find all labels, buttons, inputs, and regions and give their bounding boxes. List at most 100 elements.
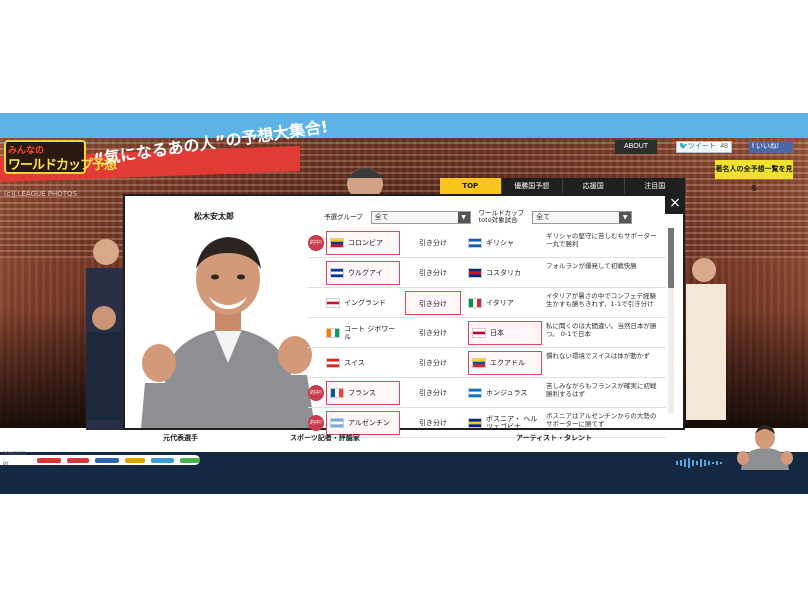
person-photo [141, 237, 315, 428]
sponsor-logo[interactable] [179, 457, 201, 463]
prediction-comment: 私に聞くのは大間違い。当然日本が勝つ。 0-1で日本 [546, 322, 657, 338]
away-team[interactable]: ホンジュラス [468, 381, 542, 405]
tab-winner[interactable]: 優勝国予想 [501, 178, 563, 194]
category-former-players[interactable]: 元代表選手 [163, 433, 198, 443]
like-button[interactable]: f いいね! [749, 141, 793, 153]
home-team-name: コート ジボワール [344, 325, 396, 341]
draw-option[interactable]: 引き分け [405, 291, 461, 315]
prediction-comment: イタリアが暑さの中でコンフェデ経験生かすも勝ちきれず、1-1で引き分け [546, 292, 657, 308]
prediction-comment: 慣れない環境でスイスは体が動かず [546, 352, 650, 360]
away-team-name: ボスニア・ ヘルツェゴビナ [486, 415, 538, 431]
flag-icon [330, 388, 344, 398]
category-artists[interactable]: アーティスト・タレント [516, 433, 592, 443]
away-team[interactable]: エクアドル [468, 351, 542, 375]
flag-icon [468, 418, 482, 428]
mascot-person [737, 424, 793, 470]
draw-option[interactable]: 引き分け [405, 321, 461, 345]
flag-icon [330, 238, 344, 248]
match-row: スイス 引き分け エクアドル 慣れない環境でスイスは体が動かず [308, 348, 666, 378]
away-team-name: ギリシャ [486, 239, 514, 247]
match-row: コート ジボワール 引き分け 日本 私に聞くのは大間違い。当然日本が勝つ。 0-1で日… [308, 318, 666, 348]
tweet-count: 48 [718, 142, 730, 152]
flag-icon [468, 238, 482, 248]
home-team-name: ウルグアイ [348, 269, 383, 277]
draw-option[interactable]: 引き分け [405, 231, 461, 255]
away-team[interactable]: 日本 [468, 321, 542, 345]
flag-icon [468, 298, 482, 308]
close-icon: × [669, 195, 681, 211]
prediction-comment: 苦しみながらもフランスが確実に初戦勝利するはず [546, 382, 657, 398]
hit-badge: 的中! [308, 415, 324, 431]
flag-icon [472, 358, 486, 368]
home-team-name: スイス [344, 359, 365, 367]
home-team[interactable]: コロンビア [326, 231, 400, 255]
close-button[interactable]: × [665, 194, 685, 214]
all-picks-button[interactable]: 著名人の全予想一覧を見る [715, 160, 793, 192]
draw-option[interactable]: 引き分け [405, 381, 461, 405]
tab-support[interactable]: 応援国 [563, 178, 625, 194]
draw-option[interactable]: 引き分け [405, 411, 461, 435]
chevron-down-icon: ▼ [619, 211, 632, 223]
match-row: 的中! コロンビア 引き分け ギリシャ ギリシャの堅守に苦しむもサポーター一丸で勝利 [308, 228, 666, 258]
draw-option[interactable]: 引き分け [405, 351, 461, 375]
match-filter-select[interactable]: 全て ▼ [532, 210, 633, 224]
sponsor-logo[interactable] [36, 457, 61, 463]
home-team-name: アルゼンチン [348, 419, 390, 427]
match-row: ウルグアイ 引き分け コスタリカ フォルランが爆発して初戦快勝 [308, 258, 666, 288]
home-team-name: イングランド [344, 299, 386, 307]
prediction-comment: ギリシャの堅守に苦しむもサポーター一丸で勝利 [546, 232, 657, 248]
match-row: イングランド 引き分け イタリア イタリアが暑さの中でコンフェデ経験生かすも勝ちきれず… [308, 288, 666, 318]
sponsor-logo[interactable] [151, 457, 174, 463]
side-person-left-2 [86, 306, 122, 420]
flag-icon [468, 268, 482, 278]
scrollbar-thumb[interactable] [668, 228, 674, 288]
sky-band [0, 113, 808, 138]
tab-bar: TOP 優勝国予想 応援国 注目国 [440, 178, 686, 194]
sponsor-strip: POWERED BY [0, 452, 201, 467]
flag-icon [468, 388, 482, 398]
top-person-head [347, 168, 383, 194]
away-team[interactable]: コスタリカ [468, 261, 542, 285]
draw-option[interactable]: 引き分け [405, 261, 461, 285]
hit-badge: 的中! [308, 385, 324, 401]
sponsor-logo[interactable] [95, 457, 120, 463]
audio-wave-icon [676, 458, 722, 468]
home-team[interactable]: ウルグアイ [326, 261, 400, 285]
hit-badge: 的中! [308, 235, 324, 251]
tab-watch[interactable]: 注目国 [624, 178, 686, 194]
flag-icon [326, 328, 340, 338]
scrollbar[interactable] [668, 228, 674, 414]
sponsor-logo[interactable] [66, 457, 90, 463]
home-team[interactable]: フランス [326, 381, 400, 405]
away-team[interactable]: ボスニア・ ヘルツェゴビナ [468, 411, 542, 435]
away-team-name: イタリア [486, 299, 514, 307]
prediction-comment: フォルランが爆発して初戦快勝 [546, 262, 637, 270]
tab-top[interactable]: TOP [440, 178, 502, 194]
filter-bar: 予選グループ 全て ▼ ワールドカップ toto対象試合 全て ▼ [324, 210, 633, 224]
category-journalists[interactable]: スポーツ記者・評論家 [290, 433, 360, 443]
away-team-name: コスタリカ [486, 269, 521, 277]
page: みんなの ワールドカップ予想 “気になるあの人”の予想大集合! (c)J.LEA… [0, 0, 808, 606]
home-team[interactable]: イングランド [326, 291, 400, 315]
away-team[interactable]: ギリシャ [468, 231, 542, 255]
away-team-name: エクアドル [490, 359, 525, 367]
flag-icon [472, 328, 486, 338]
match-list: 的中! コロンビア 引き分け ギリシャ ギリシャの堅守に苦しむもサポーター一丸で勝利 ウル… [308, 228, 666, 438]
sponsor-logo[interactable] [125, 457, 146, 463]
flag-icon [330, 268, 344, 278]
home-team[interactable]: コート ジボワール [326, 321, 400, 345]
flag-icon [326, 298, 340, 308]
person-name: 松木安太郎 [194, 212, 234, 221]
about-button[interactable]: ABOUT [615, 140, 657, 154]
home-team[interactable]: アルゼンチン [326, 411, 400, 435]
twitter-icon: 🐦 [679, 143, 688, 150]
away-team-name: 日本 [490, 329, 504, 337]
home-team-name: コロンビア [348, 239, 383, 247]
tweet-button[interactable]: 🐦ツイート 48 [676, 141, 732, 153]
group-filter-select[interactable]: 全て ▼ [370, 210, 471, 224]
group-filter-label: 予選グループ [324, 212, 363, 221]
match-row: 的中! フランス 引き分け ホンジュラス 苦しみながらもフランスが確実に初戦勝利するはず [308, 378, 666, 408]
home-team[interactable]: スイス [326, 351, 400, 375]
photo-credit: (c)J.LEAGUE PHOTOS [4, 190, 78, 198]
away-team[interactable]: イタリア [468, 291, 542, 315]
